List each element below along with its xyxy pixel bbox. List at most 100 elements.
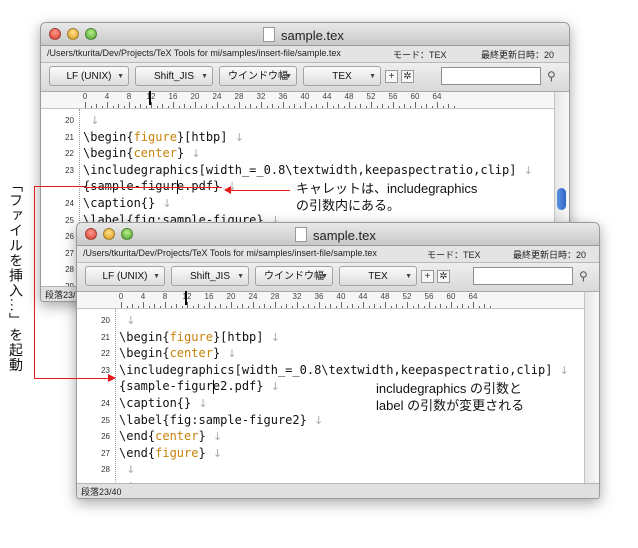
minimize-button[interactable] [103,228,115,240]
window-width-popup[interactable]: ウインドウ幅 ▼ [255,266,333,286]
ruler-tick [253,302,254,308]
insert-file-command-note: 「ファイルを挿入...」を起動 [8,178,24,373]
code-line[interactable]: \begin{center} ↓ [83,146,201,160]
zoom-button[interactable] [121,228,133,240]
ruler-tick [291,306,293,308]
code-line[interactable]: \label{fig:sample-figure2} ↓ [119,413,323,427]
code-line[interactable]: {sample-figure2.pdf} ↓ [119,379,280,393]
ruler-tick [137,306,139,308]
code-line[interactable]: \caption{} ↓ [83,196,172,210]
search-input[interactable] [441,67,541,85]
line-number: 25 [65,215,74,225]
ruler-tick [313,306,315,308]
vertical-scrollbar[interactable] [584,292,599,484]
close-button[interactable] [85,228,97,240]
ruler-tick [407,302,408,308]
code-line[interactable]: \includegraphics[width_=_0.8\textwidth,k… [83,163,533,177]
popup-arrow-icon: ▼ [405,273,412,280]
ruler-tick [272,104,273,108]
zoom-button[interactable] [85,28,97,40]
code-line[interactable]: ↓ [119,462,135,476]
mode-popup[interactable]: TEX ▼ [339,266,417,286]
line-number: 27 [65,248,74,258]
minimize-button[interactable] [67,28,79,40]
line-number: 20 [101,316,110,325]
ruler-tick [231,302,232,308]
title-bar[interactable]: sample.tex [77,223,599,246]
code-line[interactable]: ↓ [119,313,135,327]
ruler-tick [170,306,172,308]
line-number: 27 [101,448,110,458]
ruler-tick [363,302,364,308]
window-width-value: ウインドウ幅 [264,271,324,282]
ruler-tick [132,304,133,308]
search-icon[interactable]: ⚲ [579,269,588,283]
line-number: 22 [101,349,110,359]
line-number: 28 [65,265,74,275]
add-button[interactable]: + [385,70,398,83]
line-number: 25 [101,415,110,425]
line-ending-popup[interactable]: LF (UNIX) ▼ [49,66,129,86]
popup-arrow-icon: ▼ [321,273,328,280]
code-line[interactable]: \end{figure} ↓ [119,446,222,460]
ruler-tick [456,306,458,308]
ruler-tick [200,106,202,108]
ruler-tick [162,104,163,108]
ruler-label: 40 [336,292,346,301]
ruler-tick [220,304,221,308]
mode-popup[interactable]: TEX ▼ [303,66,381,86]
ruler-tick [451,302,452,308]
ruler-tick [187,302,188,308]
ruler-tick [217,102,218,108]
title-bar[interactable]: sample.tex [41,23,569,46]
ruler-tick [321,106,323,108]
ruler-tick [302,306,304,308]
ruler-tick [126,306,128,308]
window-width-popup[interactable]: ウインドウ幅 ▼ [219,66,297,86]
ruler-label: 28 [270,292,280,301]
scroll-thumb[interactable] [557,188,566,210]
ruler-label: 60 [446,292,456,301]
window-title: sample.tex [295,227,376,243]
encoding-value: Shift_JIS [153,71,195,82]
gear-button[interactable]: ✲ [401,70,414,83]
ruler-tick [195,102,196,108]
code-line[interactable]: \caption{} ↓ [119,396,208,410]
ruler-tick [310,106,312,108]
code-line[interactable]: \includegraphics[width_=_0.8\textwidth,k… [119,363,569,377]
gear-button[interactable]: ✲ [437,270,450,283]
ruler-label: 44 [322,92,332,101]
popup-arrow-icon: ▼ [369,73,376,80]
ruler-tick [308,304,309,308]
ruler-tick [412,306,414,308]
add-button[interactable]: + [421,270,434,283]
ruler-tick [167,106,169,108]
ruler-label: 40 [300,92,310,101]
ruler-tick [448,104,449,108]
ruler-tick [176,304,177,308]
code-line[interactable]: \begin{figure}[htbp] ↓ [119,330,280,344]
code-line[interactable]: ↓ [83,113,99,127]
code-line[interactable]: \begin{center} ↓ [119,346,237,360]
ruler-label: 52 [402,292,412,301]
popup-arrow-icon: ▼ [153,273,160,280]
code-line[interactable]: \end{center} ↓ [119,429,222,443]
encoding-popup[interactable]: Shift_JIS ▼ [171,266,249,286]
close-button[interactable] [49,28,61,40]
ruler-tick [396,304,397,308]
ruler: 0 4 8 12 16 20 24 28 32 36 40 44 48 52 56 60 64 [41,91,555,109]
ruler-tick [211,106,213,108]
window-title: sample.tex [263,27,344,43]
ruler-tick [189,106,191,108]
ruler-label: 48 [344,92,354,101]
ruler-tick [330,304,331,308]
ruler-tick [140,104,141,108]
ruler-tick [101,106,103,108]
search-input[interactable] [473,267,573,285]
line-ending-popup[interactable]: LF (UNIX) ▼ [85,266,165,286]
ruler-tick [222,106,224,108]
ruler-tick [96,104,97,108]
code-line[interactable]: \begin{figure}[htbp] ↓ [83,130,244,144]
encoding-popup[interactable]: Shift_JIS ▼ [135,66,213,86]
search-icon[interactable]: ⚲ [547,69,556,83]
